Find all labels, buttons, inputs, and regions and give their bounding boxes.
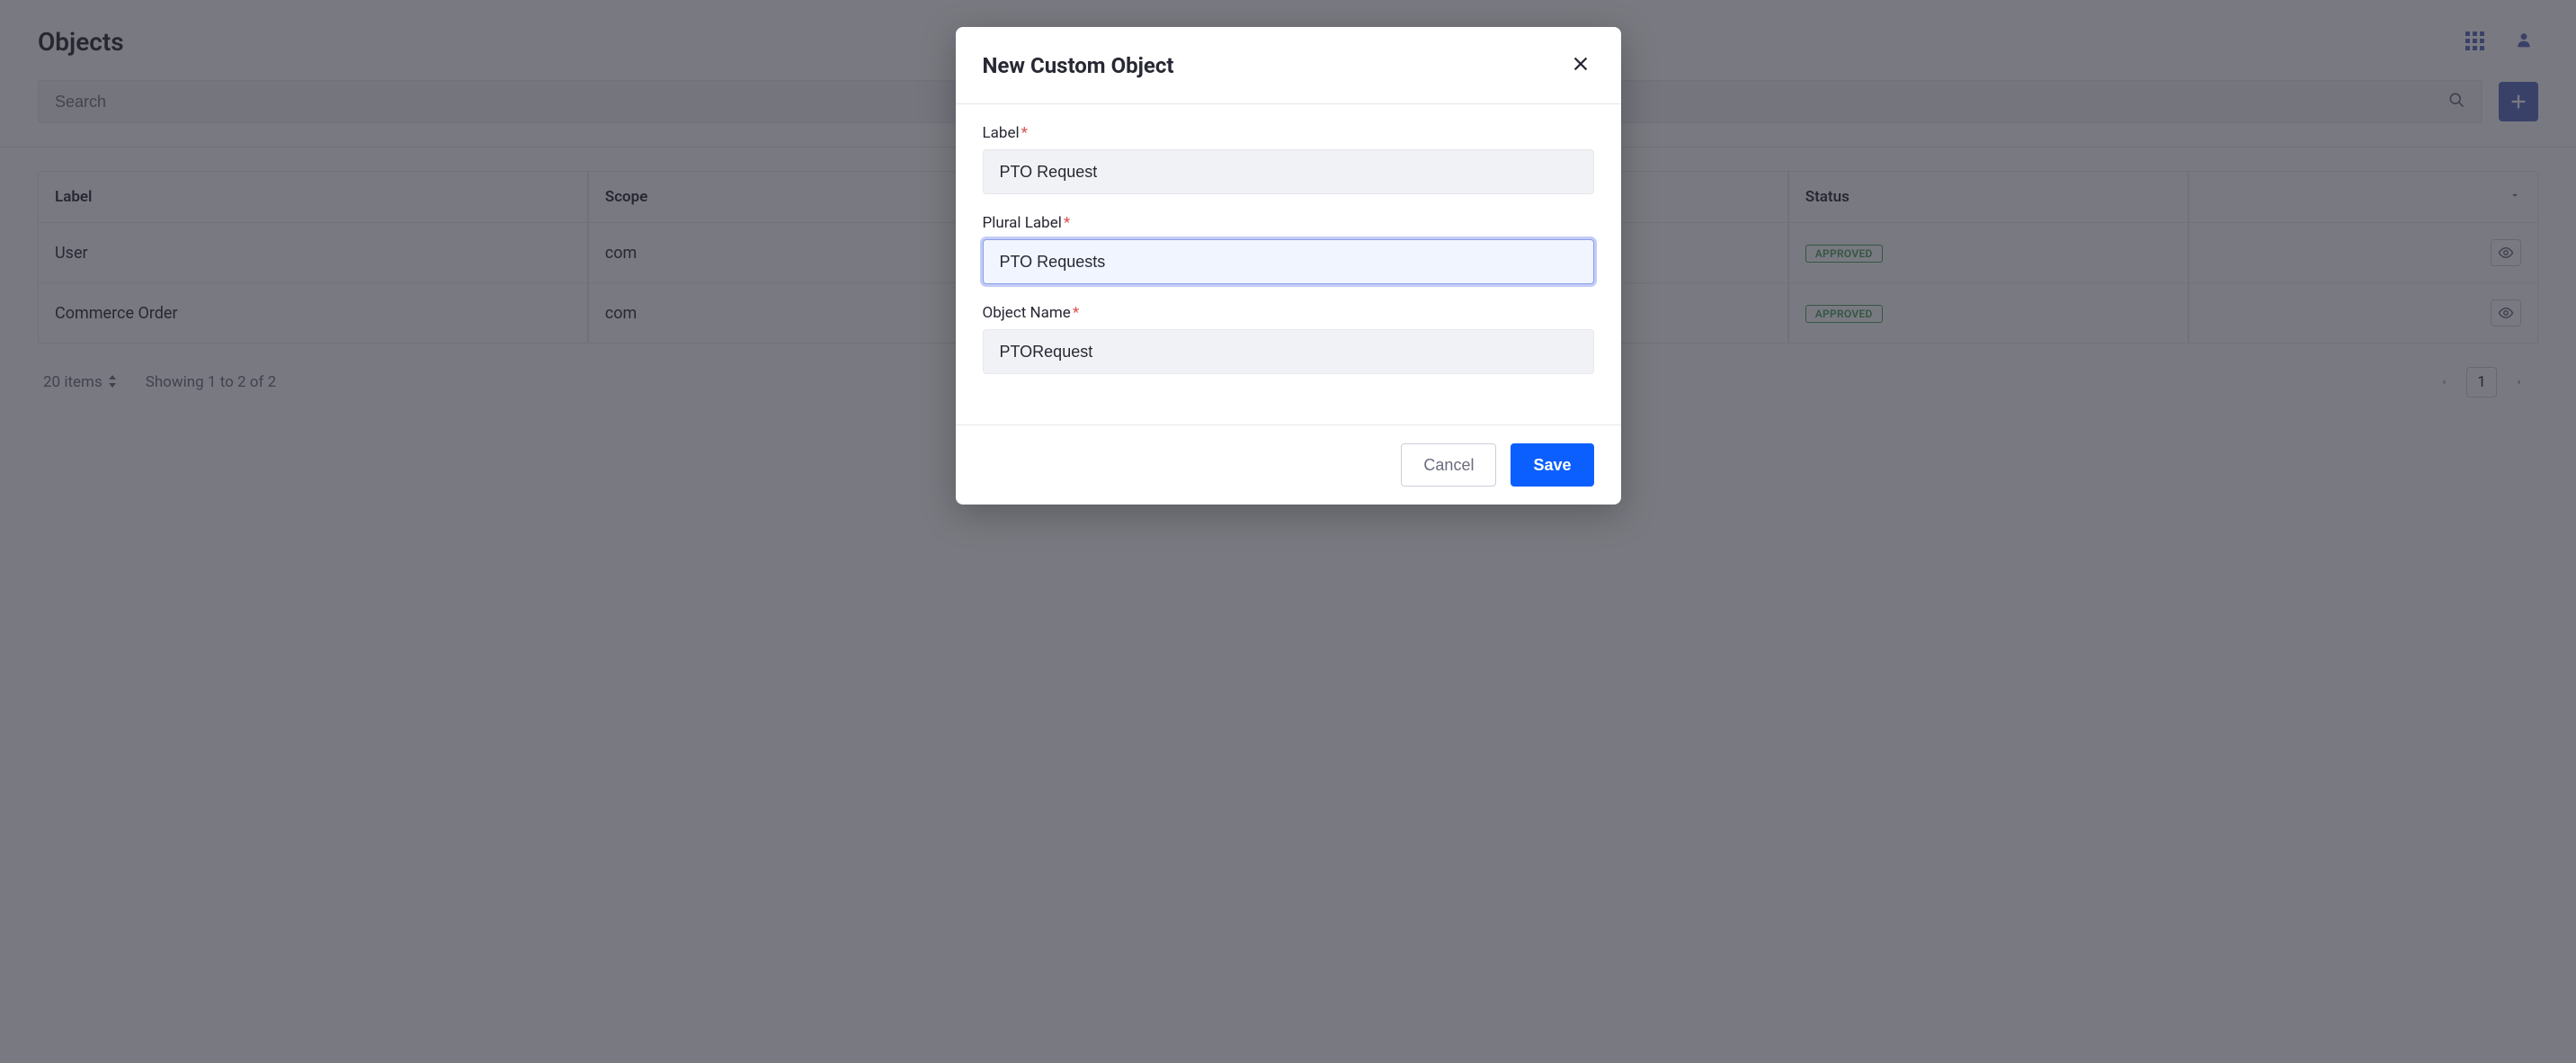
modal-body: Label* Plural Label* Object Name* [956, 104, 1621, 424]
label-label: Label* [983, 124, 1594, 142]
object-name-input[interactable] [983, 329, 1594, 374]
cancel-button[interactable]: Cancel [1401, 443, 1496, 487]
label-input[interactable] [983, 149, 1594, 194]
close-button[interactable] [1567, 50, 1594, 80]
field-plural-label: Plural Label* [983, 214, 1594, 284]
modal-overlay[interactable]: New Custom Object Label* Plural Label* [0, 0, 2576, 1063]
required-mark: * [1021, 124, 1028, 142]
field-object-name: Object Name* [983, 304, 1594, 374]
field-label: Label* [983, 124, 1594, 194]
modal-header: New Custom Object [956, 27, 1621, 104]
plural-label-input[interactable] [983, 239, 1594, 284]
object-name-label: Object Name* [983, 304, 1594, 322]
required-mark: * [1073, 304, 1079, 322]
save-button[interactable]: Save [1511, 443, 1593, 487]
required-mark: * [1064, 214, 1070, 232]
modal-footer: Cancel Save [956, 424, 1621, 505]
new-object-modal: New Custom Object Label* Plural Label* [956, 27, 1621, 505]
modal-title: New Custom Object [983, 53, 1174, 78]
plural-label-label: Plural Label* [983, 214, 1594, 232]
close-icon [1571, 54, 1591, 74]
